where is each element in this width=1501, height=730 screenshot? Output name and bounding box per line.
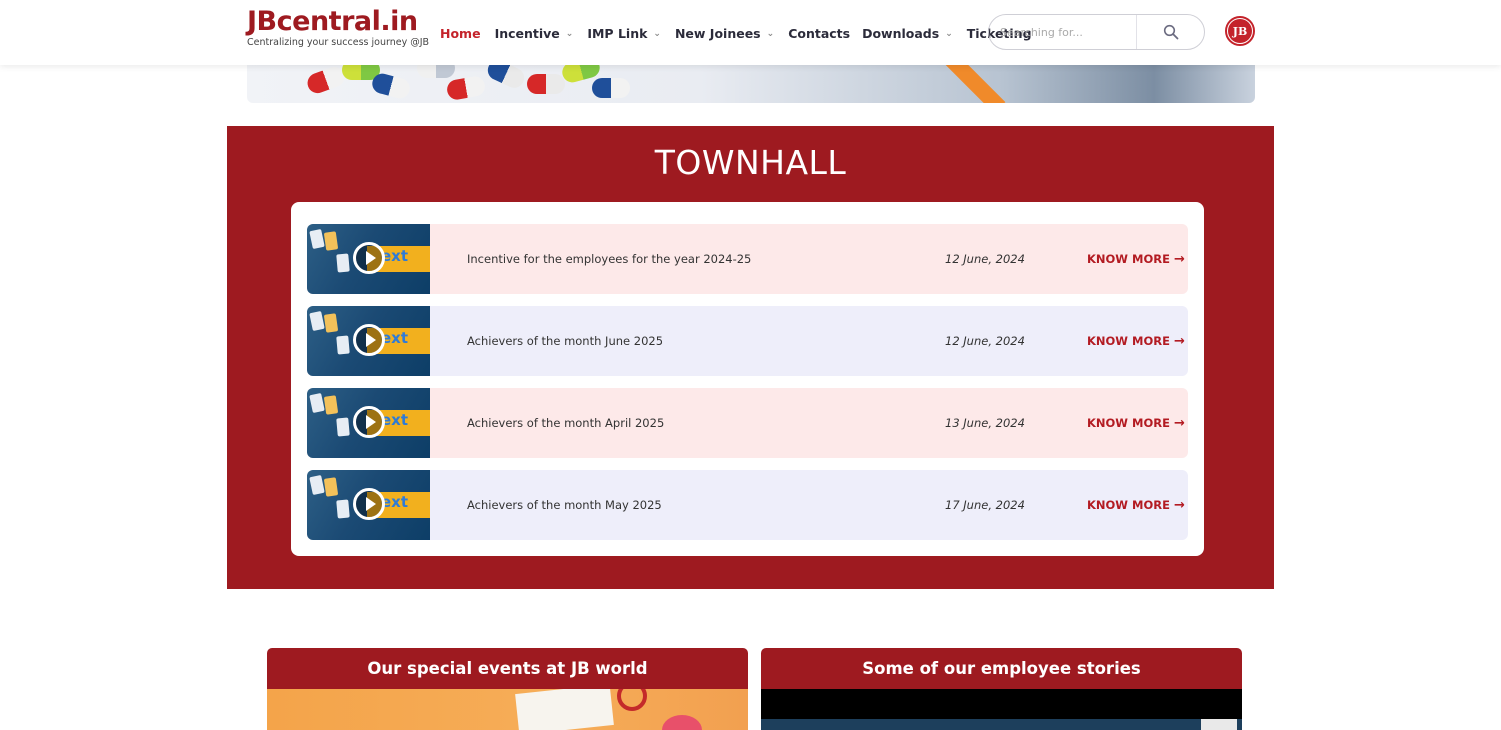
logo-text: JBcentral.in — [247, 6, 418, 37]
chevron-down-icon: ⌄ — [653, 29, 661, 39]
stories-video[interactable] — [761, 689, 1242, 730]
nav-home-label: Home — [440, 25, 481, 41]
nav-downloads[interactable]: Downloads ⌄ — [862, 26, 953, 41]
know-more-label: KNOW MORE — [1087, 334, 1170, 348]
townhall-item-title: Achievers of the month April 2025 — [467, 416, 665, 430]
townhall-item-title: Achievers of the month June 2025 — [467, 334, 664, 348]
user-avatar[interactable]: JB — [1225, 16, 1255, 46]
video-thumbnail[interactable]: ext — [307, 470, 430, 540]
townhall-item-date: 13 June, 2024 — [945, 416, 1025, 430]
townhall-item-date: 12 June, 2024 — [945, 334, 1025, 348]
thumbnail-graphic — [323, 231, 339, 251]
capsule-image — [592, 78, 630, 98]
nav-contacts-label: Contacts — [788, 25, 851, 41]
thumbnail-graphic — [323, 395, 339, 415]
townhall-item-date: 17 June, 2024 — [945, 498, 1025, 512]
site-logo[interactable]: JBcentral.in Centralizing your success j… — [247, 6, 429, 49]
thumbnail-graphic — [336, 499, 350, 519]
townhall-item[interactable]: ext Achievers of the month June 2025 12 … — [307, 306, 1188, 376]
image-decoration — [662, 715, 702, 730]
search-input[interactable] — [989, 15, 1136, 49]
logo-tagline: Centralizing your success journey @JB — [247, 37, 430, 48]
search-box — [988, 14, 1205, 50]
image-decoration — [515, 689, 614, 730]
townhall-item-title: Achievers of the month May 2025 — [467, 498, 662, 512]
townhall-item[interactable]: ext Achievers of the month May 2025 17 J… — [307, 470, 1188, 540]
nav-new-joinees[interactable]: New Joinees ⌄ — [675, 26, 774, 41]
video-frame — [761, 719, 1242, 730]
nav-downloads-label: Downloads — [862, 25, 940, 41]
arrow-right-icon: → — [1173, 415, 1185, 431]
chevron-down-icon: ⌄ — [945, 29, 953, 39]
arrow-right-icon: → — [1173, 251, 1185, 267]
nav-imp-link[interactable]: IMP Link ⌄ — [587, 26, 661, 41]
thumbnail-graphic — [309, 392, 325, 414]
thumbnail-graphic — [336, 417, 350, 437]
video-thumbnail[interactable]: ext — [307, 224, 430, 294]
search-button[interactable] — [1136, 15, 1204, 49]
townhall-title: TOWNHALL — [654, 143, 847, 182]
video-thumbnail[interactable]: ext — [307, 306, 430, 376]
stories-card-title: Some of our employee stories — [761, 648, 1242, 689]
video-logo — [1201, 719, 1237, 730]
play-icon[interactable] — [353, 488, 385, 520]
nav-imp-link-label: IMP Link — [587, 25, 648, 41]
thumbnail-graphic — [309, 310, 325, 332]
thumbnail-graphic — [336, 335, 350, 355]
image-decoration — [617, 689, 647, 711]
thumbnail-text: ext — [381, 493, 409, 511]
thumbnail-text: ext — [381, 411, 409, 429]
chevron-down-icon: ⌄ — [766, 29, 775, 39]
events-card: Our special events at JB world — [267, 648, 748, 730]
capsule-image — [370, 71, 412, 101]
know-more-label: KNOW MORE — [1087, 416, 1170, 430]
site-header: JBcentral.in Centralizing your success j… — [0, 0, 1501, 65]
know-more-link[interactable]: KNOW MORE → — [1087, 416, 1185, 431]
avatar-initials: JB — [1228, 19, 1252, 43]
events-card-title: Our special events at JB world — [267, 648, 748, 689]
arrow-right-icon: → — [1173, 333, 1185, 349]
capsule-image — [445, 74, 487, 102]
capsule-image — [304, 64, 348, 96]
nav-incentive[interactable]: Incentive ⌄ — [495, 26, 574, 41]
play-icon[interactable] — [353, 242, 385, 274]
video-thumbnail[interactable]: ext — [307, 388, 430, 458]
nav-home[interactable]: Home — [440, 26, 481, 41]
main-nav: Home Incentive ⌄ IMP Link ⌄ New Joinees … — [440, 22, 1046, 44]
thumbnail-graphic — [336, 253, 350, 273]
play-icon[interactable] — [353, 406, 385, 438]
nav-incentive-label: Incentive — [494, 25, 560, 41]
townhall-item-title: Incentive for the employees for the year… — [467, 252, 752, 266]
thumbnail-text: ext — [381, 247, 409, 265]
know-more-link[interactable]: KNOW MORE → — [1087, 498, 1185, 513]
know-more-link[interactable]: KNOW MORE → — [1087, 334, 1185, 349]
townhall-item[interactable]: ext Achievers of the month April 2025 13… — [307, 388, 1188, 458]
thumbnail-graphic — [309, 474, 325, 496]
capsule-image — [527, 74, 565, 94]
stories-card: Some of our employee stories — [761, 648, 1242, 730]
chevron-down-icon: ⌄ — [565, 29, 574, 39]
search-icon — [1163, 24, 1178, 40]
arrow-right-icon: → — [1173, 497, 1185, 513]
nav-contacts[interactable]: Contacts — [788, 26, 850, 41]
nav-new-joinees-label: New Joinees — [674, 25, 761, 41]
play-icon[interactable] — [353, 324, 385, 356]
know-more-link[interactable]: KNOW MORE → — [1087, 252, 1185, 267]
thumbnail-text: ext — [381, 329, 409, 347]
events-card-image[interactable] — [267, 689, 748, 730]
thumbnail-graphic — [323, 313, 339, 333]
townhall-item[interactable]: ext Incentive for the employees for the … — [307, 224, 1188, 294]
thumbnail-graphic — [323, 477, 339, 497]
townhall-item-date: 12 June, 2024 — [945, 252, 1025, 266]
know-more-label: KNOW MORE — [1087, 498, 1170, 512]
thumbnail-graphic — [309, 228, 325, 250]
know-more-label: KNOW MORE — [1087, 252, 1170, 266]
